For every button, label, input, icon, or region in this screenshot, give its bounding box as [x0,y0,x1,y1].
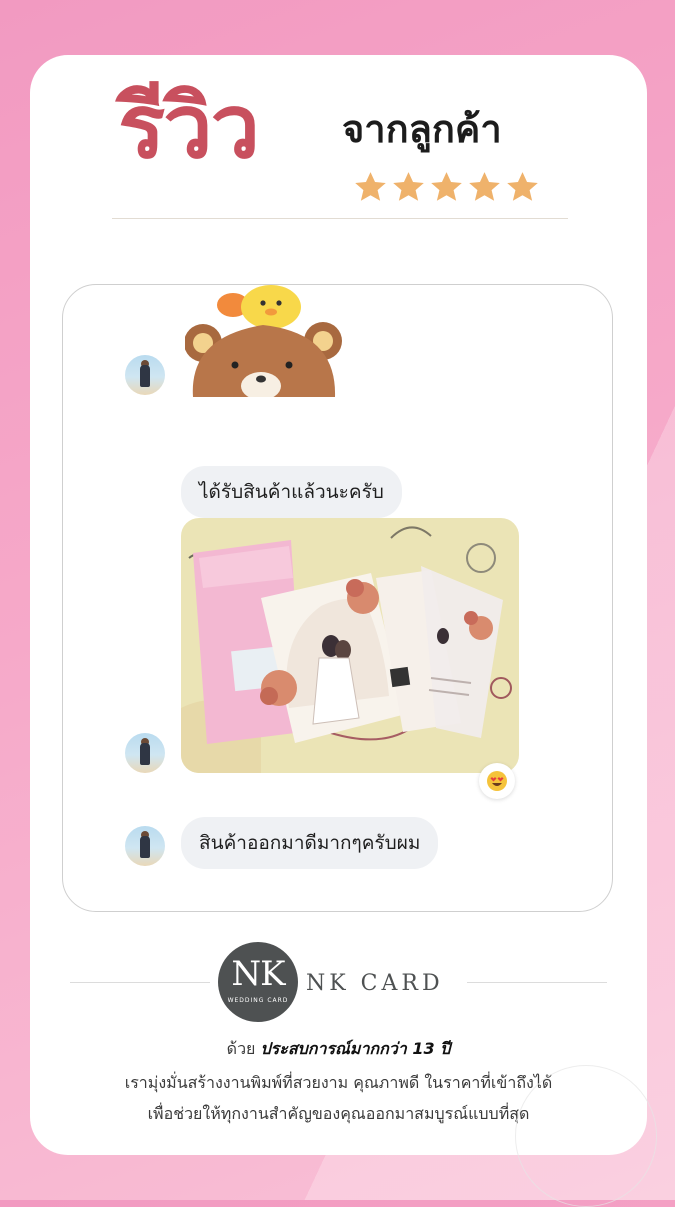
brand-name: NK CARD [306,971,444,996]
review-subtitle: จากลูกค้า [342,107,502,151]
review-card: รีวิว จากลูกค้า ได้รับสินค้าแล้วนะครับ ส… [30,55,657,1207]
star-icon [507,172,538,201]
rilakkuma-sticker-icon [185,285,342,397]
star-icon [393,172,424,201]
tagline-emphasis: ประสบการณ์มากกว่า 13 ปี [260,1039,451,1058]
message-text: ได้รับสินค้าแล้วนะครับ [181,466,402,518]
logo-text: NK [231,954,285,994]
avatar[interactable] [125,733,165,773]
tagline-prefix: ด้วย [226,1039,256,1058]
avatar[interactable] [125,355,165,395]
wedding-invitation-photo[interactable] [181,518,519,773]
footer-divider-right [467,982,607,983]
avatar[interactable] [125,826,165,866]
logo-subtext: WEDDING CARD [227,997,289,1004]
header-divider [112,218,568,219]
review-title: รีวิว [118,75,260,178]
tagline-experience: ด้วย ประสบการณ์มากกว่า 13 ปี [30,1037,647,1062]
star-icon [431,172,462,201]
star-icon [355,172,386,201]
decorative-circle [515,1065,657,1207]
heart-eyes-emoji-icon[interactable] [479,763,515,799]
message-text: สินค้าออกมาดีมากๆครับผม [181,817,439,869]
rating-stars [353,170,540,204]
chat-screenshot: ได้รับสินค้าแล้วนะครับ สินค้าออกมาดีมากๆ… [62,284,613,912]
nk-card-logo: NK WEDDING CARD [218,942,298,1022]
star-icon [469,172,500,201]
footer-divider-left [70,982,210,983]
